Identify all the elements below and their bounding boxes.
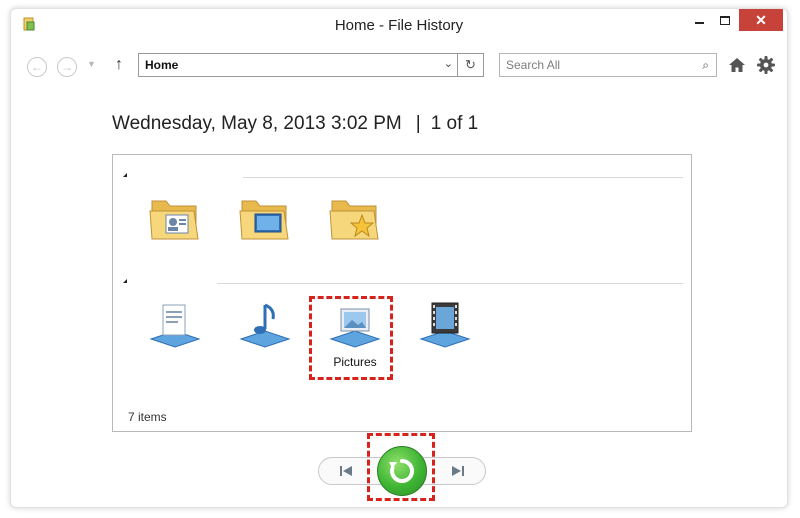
forward-arrow-icon: →	[61, 60, 73, 74]
library-item[interactable]	[405, 291, 485, 375]
next-version-button[interactable]	[443, 462, 471, 480]
search-box[interactable]: ⌕	[499, 53, 717, 77]
contacts-folder-icon	[149, 200, 199, 240]
forward-button[interactable]: →	[57, 57, 77, 77]
close-icon: ✕	[755, 12, 767, 28]
window-title: Home - File History	[334, 17, 464, 34]
documents-library-icon	[149, 304, 201, 348]
file-history-window: Home - File History ✕ ← → ▼ ↑ Home ⌄ ↻ S…	[10, 8, 788, 508]
up-arrow-icon: ↑	[115, 56, 123, 73]
address-bar[interactable]: Home ⌄	[138, 53, 458, 77]
videos-library-icon	[419, 302, 471, 348]
up-button[interactable]: ↑	[115, 56, 123, 74]
backup-content-pane: Pictures 7 items	[112, 154, 692, 432]
music-library-icon	[239, 303, 291, 348]
next-version-icon	[452, 466, 464, 476]
maximize-icon	[720, 15, 730, 25]
title-bar: Home - File History ✕	[11, 9, 787, 41]
snapshot-date-line: Wednesday, May 8, 2013 3:02 PM | 1 of 1	[112, 113, 478, 135]
group-collapse-toggle[interactable]	[123, 173, 127, 177]
gear-icon[interactable]	[756, 55, 776, 75]
folder-item[interactable]	[225, 185, 305, 269]
previous-version-icon	[340, 466, 352, 476]
restore-highlight-box	[367, 433, 435, 501]
refresh-icon: ↻	[465, 57, 476, 72]
address-value: Home	[145, 58, 179, 72]
previous-version-button[interactable]	[333, 462, 361, 480]
search-input[interactable]	[500, 54, 680, 76]
snapshot-position: 1 of 1	[430, 113, 479, 134]
desktop-folder-icon	[239, 200, 289, 240]
search-icon[interactable]: ⌕	[702, 58, 709, 73]
library-item[interactable]	[135, 291, 215, 375]
library-item[interactable]	[225, 291, 305, 375]
refresh-button[interactable]: ↻	[458, 53, 484, 77]
folder-item[interactable]	[135, 185, 215, 269]
navigation-bar: ← → ▼ ↑ Home ⌄ ↻ ⌕	[11, 49, 787, 81]
minimize-icon	[694, 22, 704, 24]
close-button[interactable]: ✕	[739, 9, 783, 31]
back-arrow-icon: ←	[31, 60, 43, 74]
items-count: 7 items	[128, 410, 167, 424]
home-icon[interactable]	[727, 55, 747, 75]
maximize-button[interactable]	[713, 9, 737, 31]
group-divider	[217, 283, 683, 284]
group-collapse-toggle[interactable]	[123, 279, 127, 283]
group-divider	[243, 177, 683, 178]
separator: |	[415, 113, 421, 134]
recent-locations-button[interactable]: ▼	[87, 59, 96, 69]
back-button[interactable]: ←	[27, 57, 47, 77]
favorites-folder-icon	[329, 200, 379, 240]
folder-item[interactable]	[315, 185, 395, 269]
snapshot-date: Wednesday, May 8, 2013 3:02 PM	[112, 113, 402, 134]
minimize-button[interactable]	[687, 9, 711, 31]
pictures-highlight-box	[309, 296, 393, 380]
chevron-down-icon[interactable]: ⌄	[444, 57, 453, 70]
